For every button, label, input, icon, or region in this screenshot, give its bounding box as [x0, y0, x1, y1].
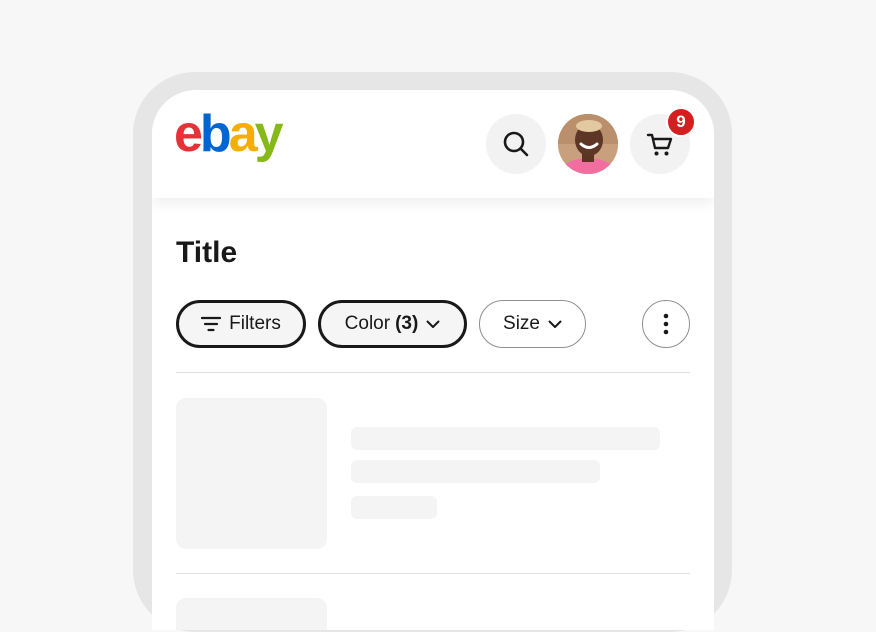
vertical-dots-icon	[663, 313, 669, 335]
color-filter-chip[interactable]: Color (3)	[318, 300, 467, 348]
logo-letter-y: y	[254, 105, 284, 163]
more-options-button[interactable]	[642, 300, 690, 348]
search-button[interactable]	[486, 114, 546, 174]
app-screen: ebay 9 Title Filters Color (3) Size	[152, 90, 714, 630]
top-header: ebay 9	[152, 90, 714, 198]
skeleton-image-placeholder	[176, 398, 327, 549]
avatar[interactable]	[558, 114, 618, 174]
search-icon	[503, 131, 529, 157]
color-filter-label: Color	[344, 313, 391, 334]
filters-label: Filters	[229, 313, 281, 334]
color-filter-count: (3)	[395, 313, 419, 334]
logo-letter-a: a	[228, 105, 258, 163]
logo-letter-b: b	[199, 105, 232, 163]
chevron-down-icon	[548, 320, 562, 328]
divider	[176, 573, 690, 574]
skeleton-text-line	[351, 427, 660, 450]
chevron-down-icon	[426, 320, 440, 328]
skeleton-text-line	[351, 496, 437, 519]
logo-letter-e: e	[174, 105, 203, 163]
size-filter-label: Size	[503, 313, 540, 334]
size-filter-chip[interactable]: Size	[479, 300, 586, 348]
page-title: Title	[176, 236, 238, 269]
filters-button[interactable]: Filters	[176, 300, 306, 348]
skeleton-image-placeholder	[176, 598, 327, 630]
cart-count-badge: 9	[666, 107, 696, 137]
user-avatar-image	[558, 114, 618, 174]
ebay-logo[interactable]: ebay	[174, 105, 284, 163]
filter-lines-icon	[201, 316, 222, 332]
skeleton-text-line	[351, 460, 600, 483]
divider	[176, 372, 690, 373]
